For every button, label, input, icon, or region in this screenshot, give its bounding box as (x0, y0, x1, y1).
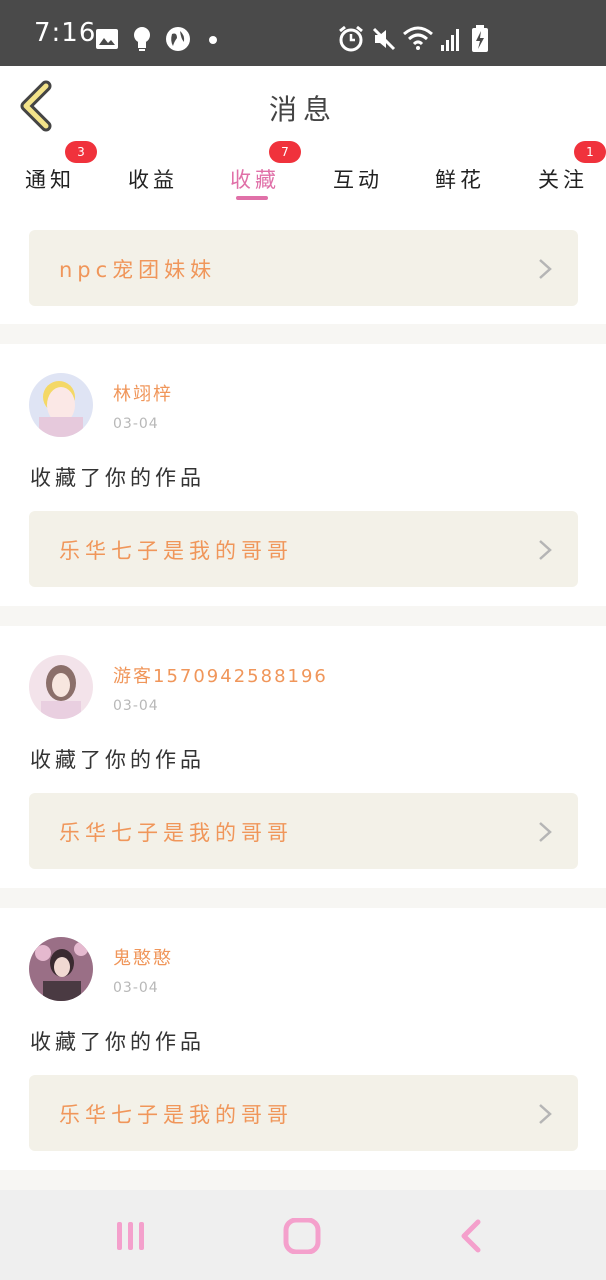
chevron-right-icon (539, 540, 552, 560)
user-name[interactable]: 鬼憨憨 (113, 944, 173, 970)
page-title: 消息 (268, 93, 337, 126)
work-title: 乐华七子是我的哥哥 (59, 1103, 293, 1127)
tab-label: 收益 (128, 168, 178, 192)
tab-favorites[interactable]: 收藏 7 (230, 141, 301, 210)
status-bar: 7:16 (0, 0, 606, 66)
tab-label: 互动 (333, 168, 383, 192)
battery-icon (472, 25, 488, 52)
mute-icon (372, 27, 396, 51)
dot-icon (209, 36, 217, 44)
tab-label: 鲜花 (435, 168, 485, 192)
message-action: 收藏了你的作品 (30, 748, 205, 772)
signal-icon (441, 29, 459, 51)
tab-label: 关注 (538, 168, 588, 192)
tab-label: 收藏 (230, 168, 280, 192)
favorites-badge: 7 (269, 141, 301, 163)
work-link-box[interactable]: 乐华七子是我的哥哥 (29, 1075, 578, 1151)
active-tab-indicator (236, 196, 268, 200)
tab-follows[interactable]: 关注 1 (538, 141, 606, 210)
avatar[interactable] (29, 373, 93, 437)
bulb-icon (134, 27, 150, 51)
tab-label: 通知 (25, 168, 75, 192)
tab-bar: 通知 3 收益 收藏 7 互动 鲜花 关注 1 (0, 141, 606, 210)
chevron-right-icon (539, 1104, 552, 1124)
message-card: 游客1570942588196 03-04 收藏了你的作品 乐华七子是我的哥哥 (0, 626, 606, 888)
top-link-label: npc宠团妹妹 (59, 258, 217, 282)
work-link-box[interactable]: 乐华七子是我的哥哥 (29, 793, 578, 869)
chevron-right-icon (539, 822, 552, 842)
notification-badge: 3 (65, 141, 97, 163)
follows-badge: 1 (574, 141, 606, 163)
work-link-box[interactable]: 乐华七子是我的哥哥 (29, 511, 578, 587)
tab-flowers[interactable]: 鲜花 (435, 148, 495, 210)
tab-interactions[interactable]: 互动 (333, 148, 393, 210)
header: 消息 (0, 66, 606, 149)
tab-notifications[interactable]: 通知 3 (25, 141, 97, 210)
user-name[interactable]: 林翊梓 (113, 380, 173, 406)
user-name[interactable]: 游客1570942588196 (113, 662, 328, 688)
chevron-right-icon (539, 259, 552, 279)
message-card: 鬼憨憨 03-04 收藏了你的作品 乐华七子是我的哥哥 (0, 908, 606, 1170)
recent-apps-icon[interactable] (111, 1218, 151, 1254)
message-date: 03-04 (113, 980, 159, 996)
avatar[interactable] (29, 655, 93, 719)
back-icon[interactable] (452, 1218, 492, 1254)
message-action: 收藏了你的作品 (30, 1030, 205, 1054)
message-card: 林翊梓 03-04 收藏了你的作品 乐华七子是我的哥哥 (0, 344, 606, 606)
top-card: npc宠团妹妹 (0, 210, 606, 324)
message-date: 03-04 (113, 416, 159, 432)
status-time: 7:16 (34, 18, 97, 48)
tab-earnings[interactable]: 收益 (128, 148, 188, 210)
message-action: 收藏了你的作品 (30, 466, 205, 490)
image-icon (96, 29, 118, 49)
system-nav-bar (0, 1190, 606, 1280)
work-title: 乐华七子是我的哥哥 (59, 821, 293, 845)
alarm-icon (339, 25, 363, 52)
globe-icon (166, 27, 190, 51)
work-title: 乐华七子是我的哥哥 (59, 539, 293, 563)
home-icon[interactable] (282, 1218, 322, 1254)
top-link-box[interactable]: npc宠团妹妹 (29, 230, 578, 306)
avatar[interactable] (29, 937, 93, 1001)
message-date: 03-04 (113, 698, 159, 714)
wifi-icon (403, 26, 433, 50)
